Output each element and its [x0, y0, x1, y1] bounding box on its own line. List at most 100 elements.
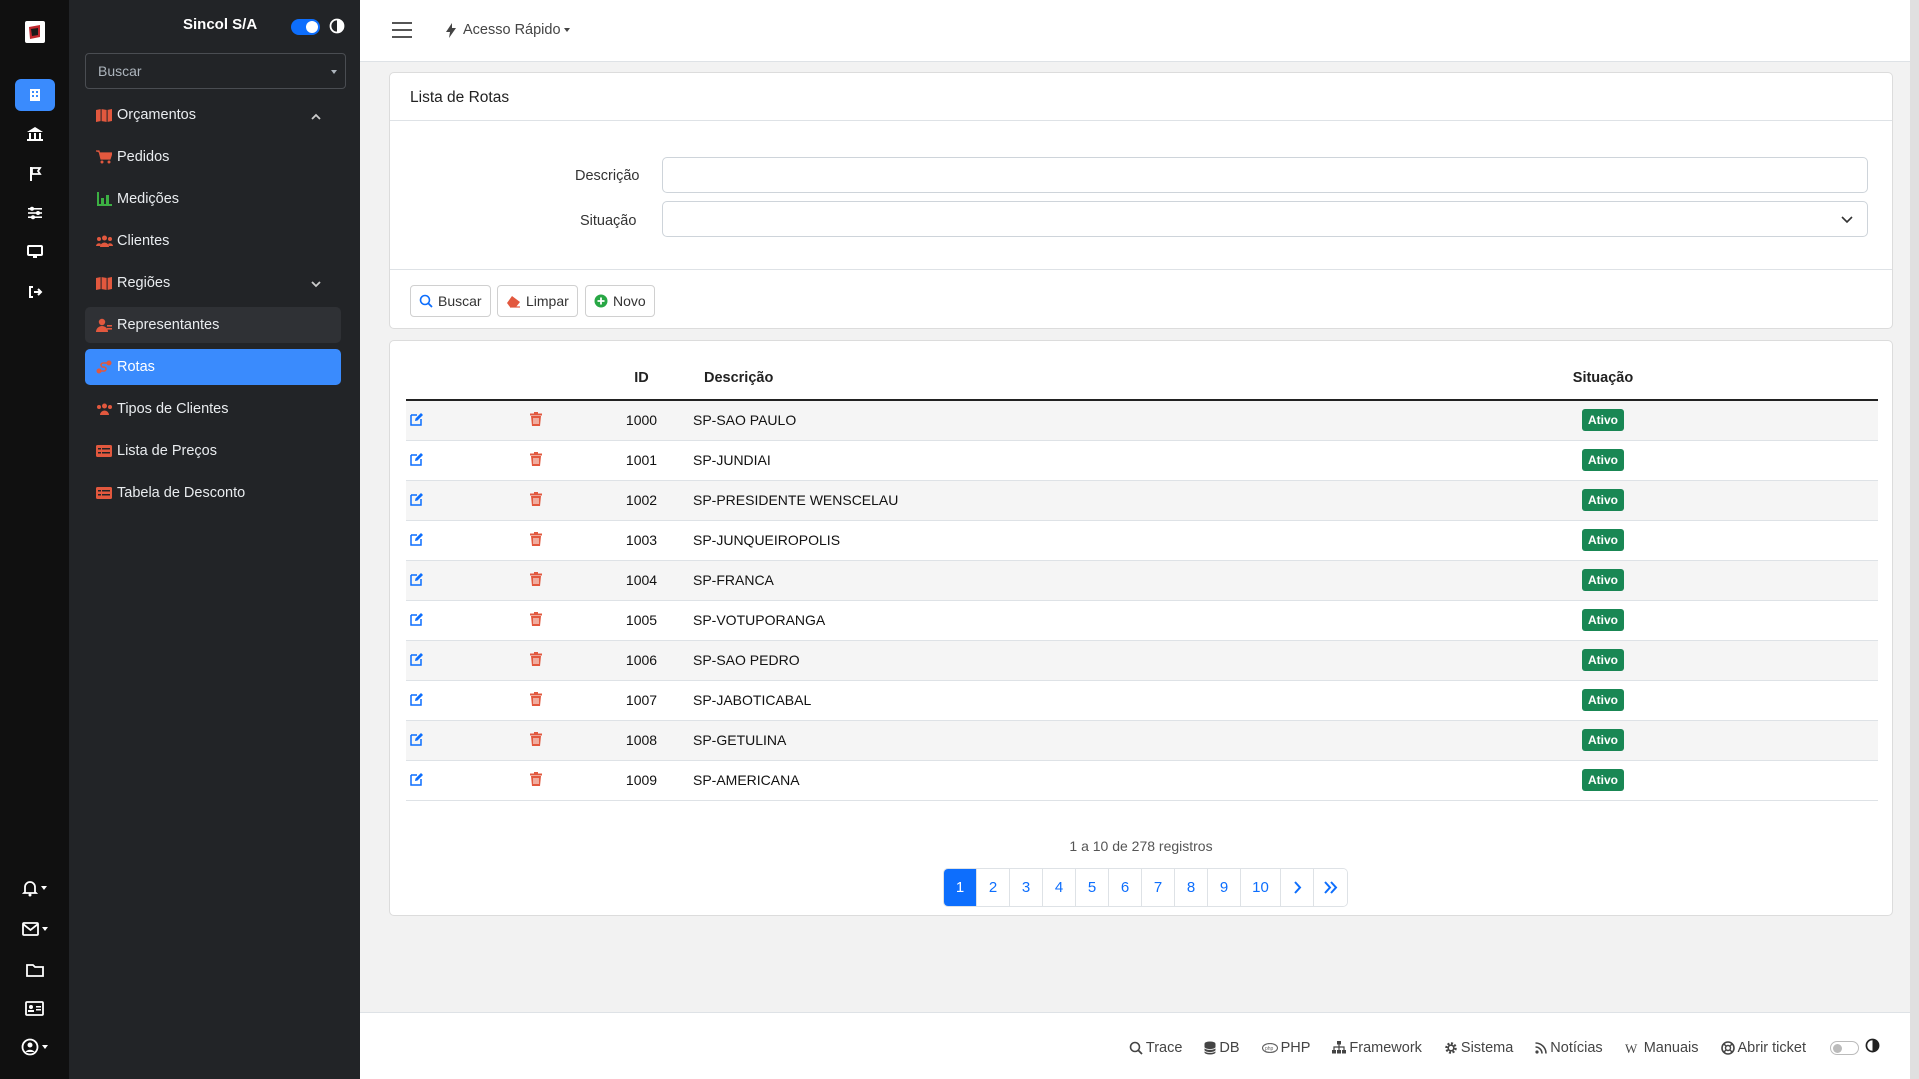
rail-id-card[interactable] [0, 992, 69, 1024]
trash-icon[interactable] [530, 491, 542, 509]
logout-icon [28, 286, 42, 298]
page-button[interactable]: 3 [1010, 869, 1043, 906]
chevron-down-icon [331, 70, 337, 74]
contrast-icon[interactable] [1865, 1038, 1880, 1057]
edit-icon[interactable] [410, 732, 424, 749]
descricao-input[interactable] [662, 157, 1868, 193]
edit-icon[interactable] [410, 652, 424, 669]
rail-bank[interactable] [0, 118, 69, 150]
cell-descricao: SP-SAO PEDRO [693, 640, 1448, 681]
rail-flag[interactable] [0, 158, 69, 190]
contrast-toggle[interactable] [329, 18, 345, 38]
rail-notifications[interactable] [0, 872, 69, 904]
rail-mail[interactable] [0, 913, 69, 945]
table-row: 1003 SP-JUNQUEIROPOLIS Ativo [406, 520, 1878, 561]
results-card: ID Descrição Situação 1000 SP-SAO PAULO At… [389, 340, 1893, 916]
page-button[interactable]: 2 [977, 869, 1010, 906]
cell-descricao: SP-JUNDIAI [693, 440, 1448, 481]
footer-link-label: DB [1219, 1039, 1240, 1056]
trash-icon[interactable] [530, 451, 542, 469]
scrollbar[interactable] [1910, 0, 1919, 1079]
footer-link-noticias[interactable]: Notícias [1535, 1040, 1603, 1056]
sidebar-item-clientes[interactable]: Clientes [85, 223, 341, 259]
col-id[interactable]: ID [590, 357, 693, 401]
database-icon [1204, 1041, 1217, 1055]
rail-sliders[interactable] [0, 197, 69, 229]
logo[interactable] [0, 16, 69, 48]
trash-icon[interactable] [530, 571, 542, 589]
sidebar-item-pedidos[interactable]: Pedidos [85, 139, 341, 175]
sidebar-item-medicoes[interactable]: Medições [85, 181, 341, 217]
limpar-button[interactable]: Limpar [497, 285, 578, 317]
footer-link-php[interactable]: php PHP [1261, 1040, 1310, 1056]
sidebar-item-regioes[interactable]: Regiões [85, 265, 341, 301]
sidebar-item-representantes[interactable]: Representantes [85, 307, 341, 343]
page-button[interactable]: 8 [1175, 869, 1208, 906]
cell-descricao: SP-VOTUPORANGA [693, 600, 1448, 641]
last-page-button[interactable] [1314, 869, 1347, 906]
sidebar-item-orcamentos[interactable]: Orçamentos [85, 97, 341, 133]
sidebar-item-tipos-clientes[interactable]: Tipos de Clientes [85, 391, 341, 427]
sidebar-toggle[interactable] [291, 19, 320, 35]
search-select[interactable]: Buscar [85, 53, 346, 89]
page-button[interactable]: 10 [1241, 869, 1281, 906]
sidebar-item-label: Orçamentos [117, 107, 196, 123]
trash-icon[interactable] [530, 771, 542, 789]
page-button[interactable]: 6 [1109, 869, 1142, 906]
trash-icon[interactable] [530, 651, 542, 669]
table-body: 1000 SP-SAO PAULO Ativo 1001 SP-JUNDIAI Ativo… [406, 400, 1878, 801]
page-button[interactable]: 7 [1142, 869, 1175, 906]
col-descricao[interactable]: Descrição [693, 357, 1448, 401]
edit-icon[interactable] [410, 692, 424, 709]
rail-building[interactable] [0, 79, 69, 111]
sidebar-item-rotas[interactable]: Rotas [85, 349, 341, 385]
edit-icon[interactable] [410, 612, 424, 629]
rail-logout[interactable] [0, 276, 69, 308]
wikipedia-icon: W [1625, 1042, 1641, 1054]
situacao-select[interactable] [662, 201, 1868, 237]
status-badge: Ativo [1582, 689, 1624, 711]
edit-icon[interactable] [410, 532, 424, 549]
chevron-down-icon [1841, 216, 1853, 224]
footer-link-db[interactable]: DB [1204, 1039, 1240, 1056]
sidebar-item-tabela-desconto[interactable]: Tabela de Desconto [85, 475, 341, 511]
trash-icon[interactable] [530, 691, 542, 709]
bell-icon [22, 880, 38, 896]
novo-button[interactable]: Novo [585, 285, 655, 317]
trash-icon[interactable] [530, 731, 542, 749]
edit-icon[interactable] [410, 772, 424, 789]
bolt-icon [446, 22, 456, 38]
trash-icon[interactable] [530, 531, 542, 549]
edit-icon[interactable] [410, 572, 424, 589]
rail-user[interactable] [0, 1031, 69, 1063]
list-icon [95, 444, 113, 458]
theme-toggle[interactable] [1830, 1040, 1859, 1055]
footer-link-sistema[interactable]: Sistema [1444, 1040, 1513, 1056]
next-page-button[interactable] [1281, 869, 1314, 906]
quick-access-dropdown[interactable]: Acesso Rápido [445, 22, 570, 38]
col-situacao[interactable]: Situação [1448, 357, 1758, 401]
footer-link-framework[interactable]: Framework [1332, 1040, 1422, 1056]
page-button[interactable]: 5 [1076, 869, 1109, 906]
lifebuoy-icon [1720, 1040, 1735, 1055]
footer-link-manuais[interactable]: W Manuais [1625, 1040, 1699, 1056]
footer-link-trace[interactable]: Trace [1129, 1040, 1182, 1056]
edit-icon[interactable] [410, 412, 424, 429]
trash-icon[interactable] [530, 411, 542, 429]
hamburger-menu-icon[interactable] [392, 22, 412, 43]
footer-link-abrir-ticket[interactable]: Abrir ticket [1720, 1040, 1806, 1056]
edit-icon[interactable] [410, 452, 424, 469]
rail-monitor[interactable] [0, 236, 69, 268]
page-button[interactable]: 4 [1043, 869, 1076, 906]
chevron-up-icon [311, 108, 321, 124]
cell-id: 1002 [590, 480, 693, 521]
rail-folder[interactable] [0, 954, 69, 986]
buscar-button[interactable]: Buscar [410, 285, 491, 317]
page-button[interactable]: 9 [1208, 869, 1241, 906]
search-icon [419, 294, 433, 308]
sidebar-item-lista-precos[interactable]: Lista de Preços [85, 433, 341, 469]
page-button[interactable]: 1 [944, 869, 977, 906]
edit-icon[interactable] [410, 492, 424, 509]
trash-icon[interactable] [530, 611, 542, 629]
quick-access-label: Acesso Rápido [463, 22, 561, 38]
